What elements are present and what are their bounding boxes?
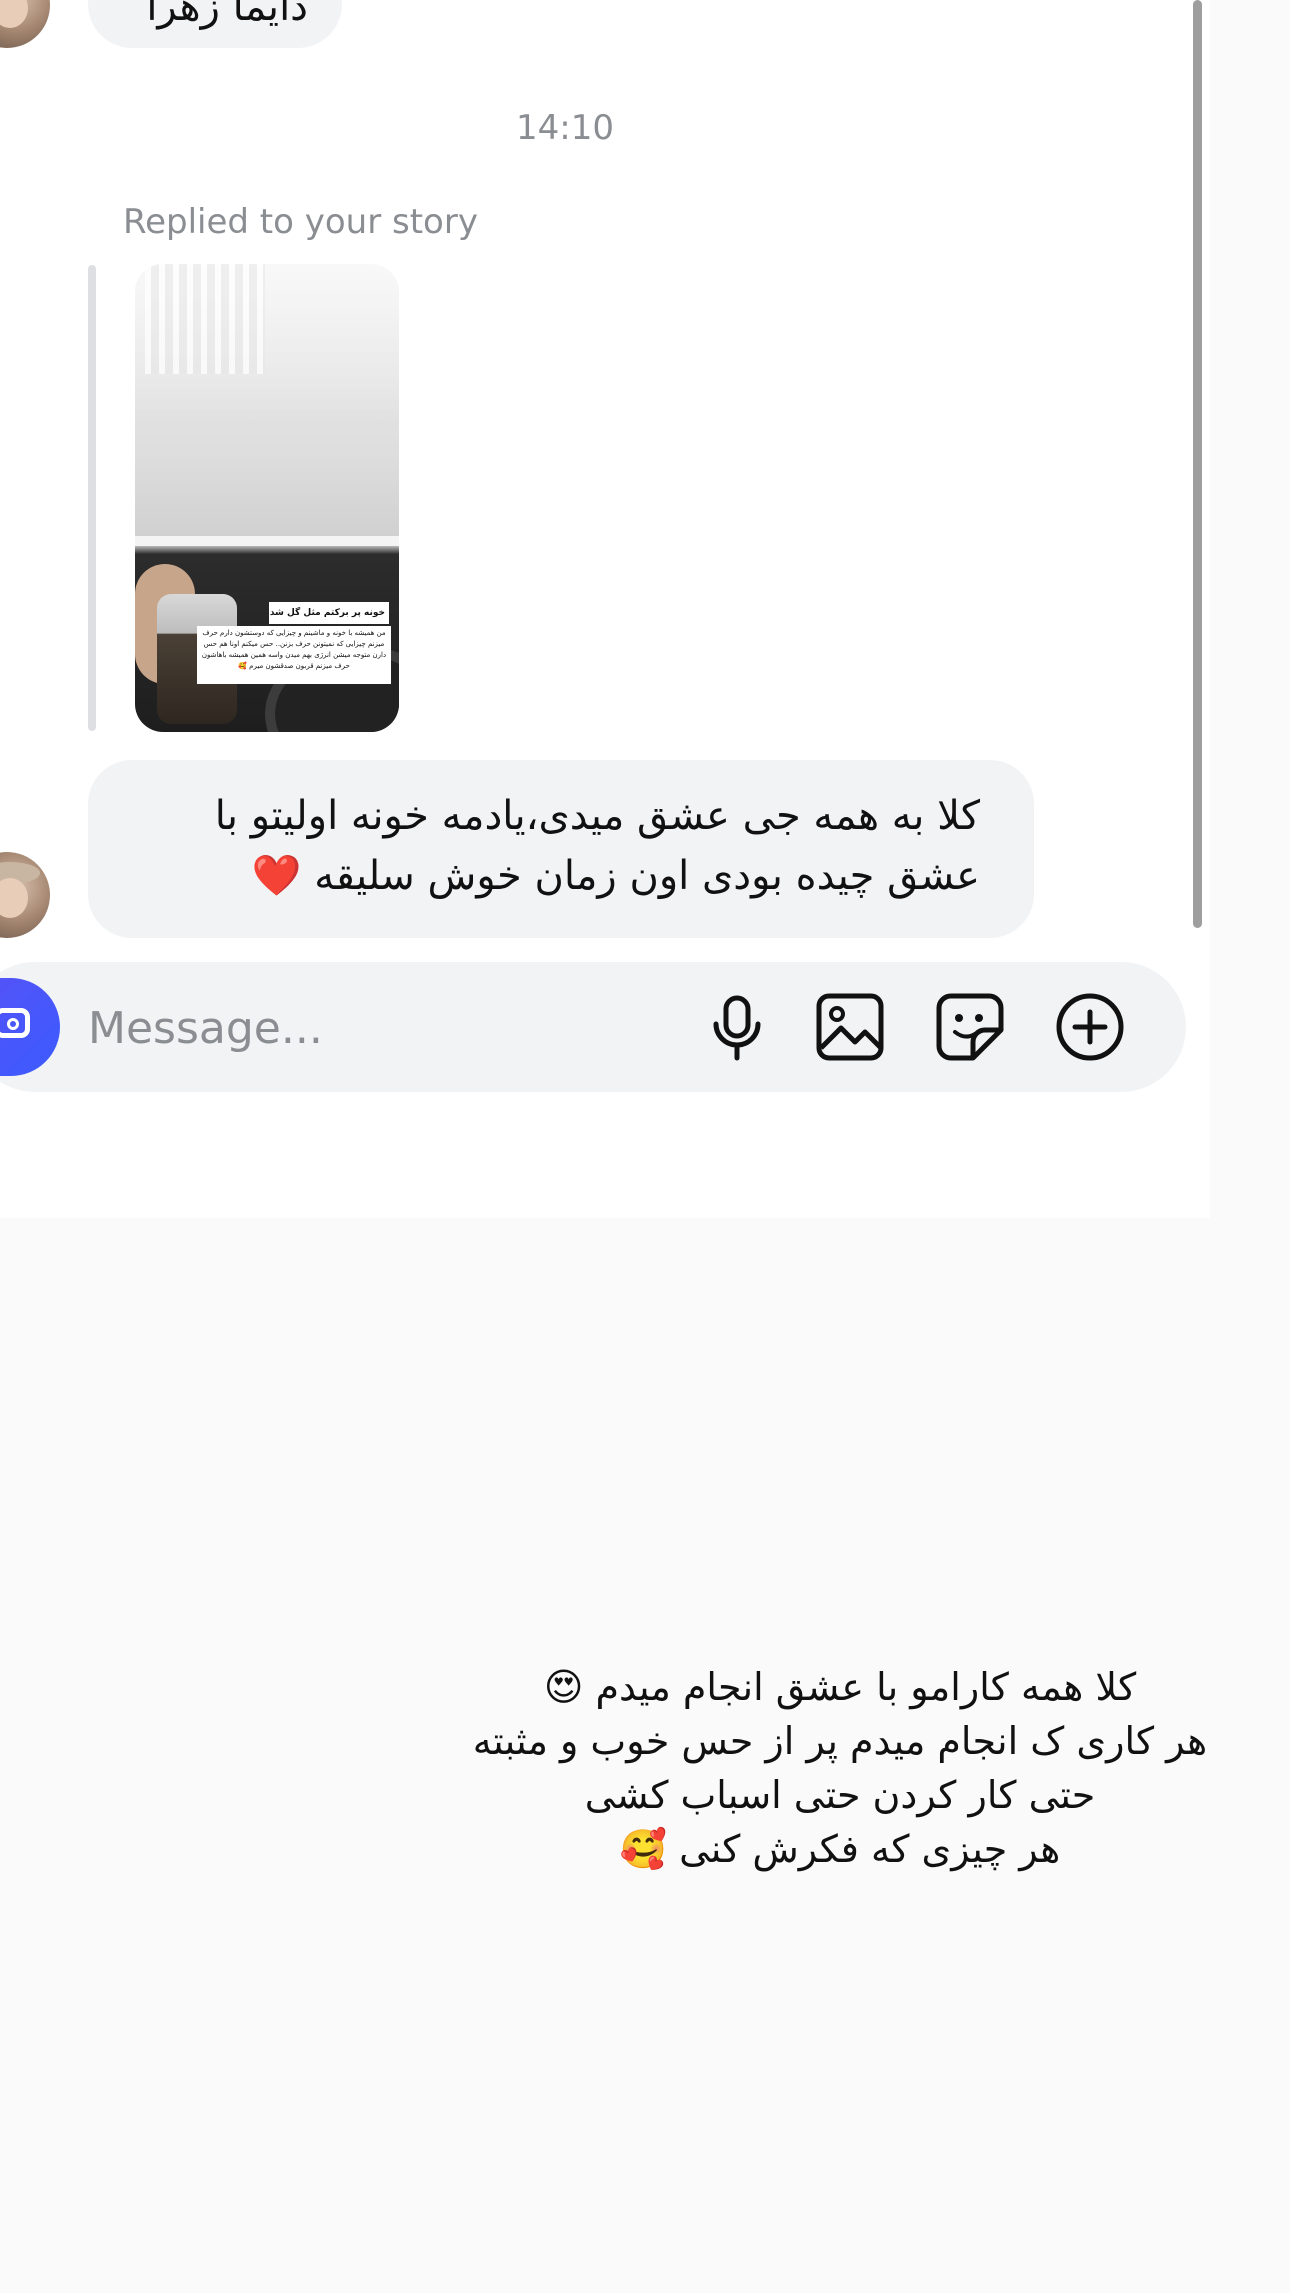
avatar-face: [0, 0, 28, 28]
replied-to-story-label: Replied to your story: [123, 202, 478, 242]
camera-icon: [0, 1008, 30, 1038]
plus-circle-icon[interactable]: [1053, 990, 1127, 1064]
chat-panel: دایما زهرا 14:10 Replied to your story خ…: [0, 0, 1210, 1218]
story-curtain: [145, 264, 265, 374]
story-text-line: کلا همه کارامو با عشق انجام میدم 😍: [543, 1665, 1137, 1709]
story-text-line: حتی کار کردن حتی اسباب کشی: [584, 1773, 1096, 1817]
sticker-icon[interactable]: [933, 990, 1007, 1064]
story-caption-body: من همیشه با خونه و ماشینم و چیزایی که دو…: [197, 626, 391, 684]
sender-avatar[interactable]: [0, 852, 50, 938]
message-timestamp: 14:10: [516, 108, 614, 148]
microphone-icon[interactable]: [700, 990, 774, 1064]
gallery-icon[interactable]: [813, 990, 887, 1064]
previous-message-text: دایما زهرا: [146, 0, 308, 30]
chat-scrollbar[interactable]: [1193, 0, 1202, 928]
story-caption-title: خونه پر برکتم مثل گل شد 😍: [269, 602, 389, 624]
reply-message-bubble[interactable]: کلا به همه جی عشق میدی،یادمه خونه اولیتو…: [88, 760, 1034, 938]
reply-message-text: کلا به همه جی عشق میدی،یادمه خونه اولیتو…: [214, 793, 980, 899]
story-text-line: هر چیزی که فکرش کنی 🥰: [619, 1827, 1061, 1871]
story-text-overlay: کلا همه کارامو با عشق انجام میدم 😍 هر کا…: [460, 1660, 1220, 1876]
story-text-line: هر کاری ک انجام میدم پر از حس خوب و مثبت…: [472, 1719, 1208, 1763]
story-counter-edge: [135, 536, 399, 546]
sender-avatar[interactable]: [0, 0, 50, 48]
message-input[interactable]: [86, 992, 650, 1064]
screen: دایما زهرا 14:10 Replied to your story خ…: [0, 0, 1290, 2293]
previous-message-bubble[interactable]: دایما زهرا: [88, 0, 342, 48]
story-thumbnail[interactable]: خونه پر برکتم مثل گل شد 😍 من همیشه با خو…: [135, 264, 399, 732]
reply-indicator-bar: [88, 265, 96, 731]
avatar-face: [0, 878, 28, 918]
